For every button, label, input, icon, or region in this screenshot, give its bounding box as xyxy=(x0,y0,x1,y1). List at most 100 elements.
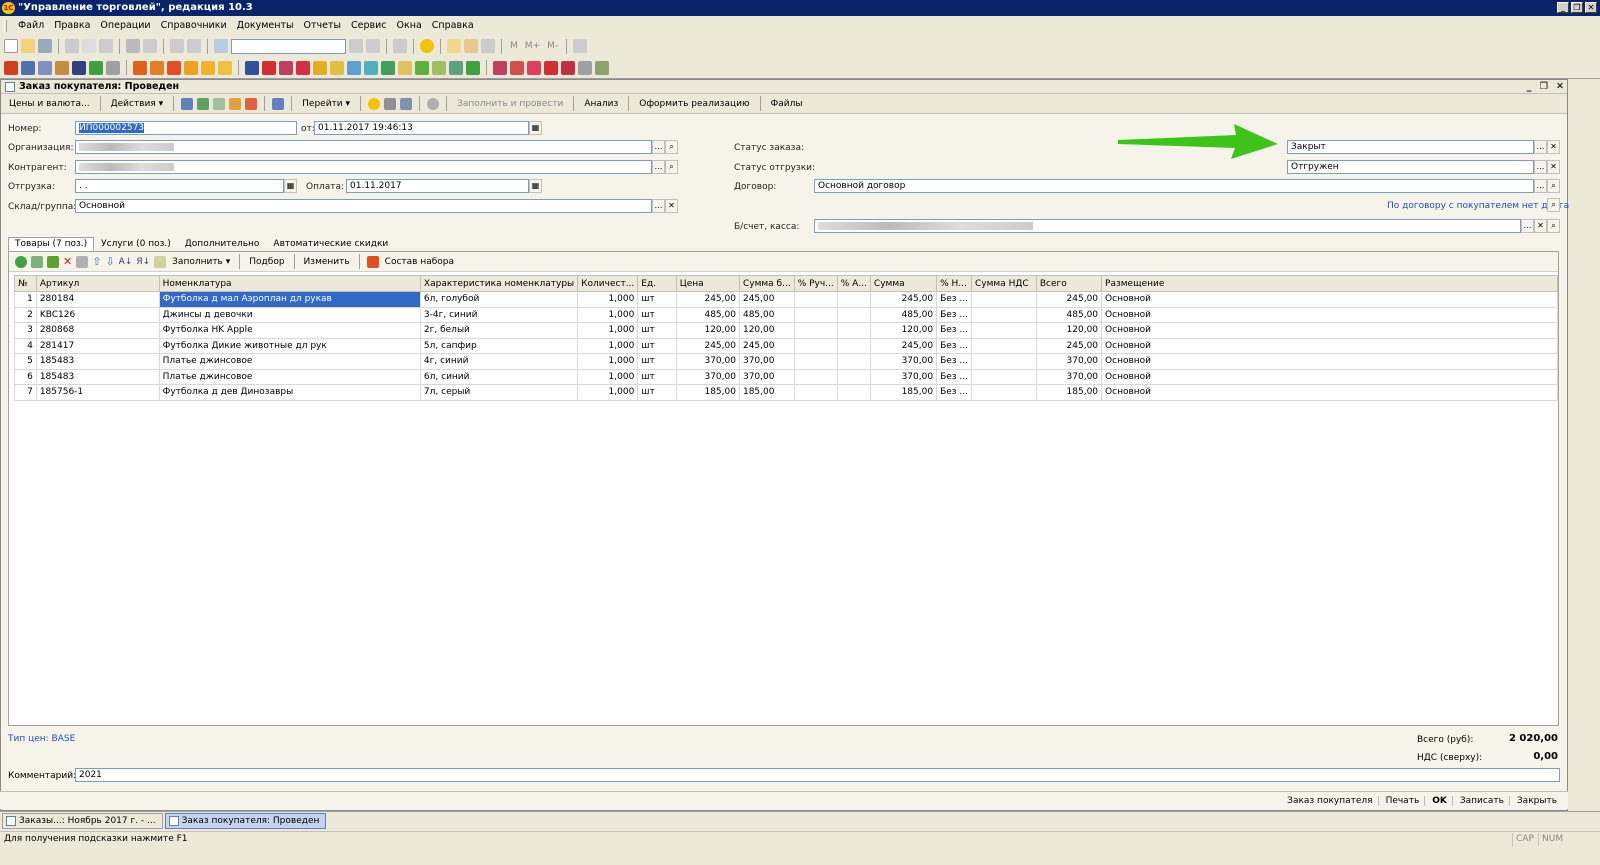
table-cell[interactable]: 1,000 xyxy=(577,322,639,339)
windows-icon[interactable] xyxy=(393,39,407,53)
cash-out-icon[interactable] xyxy=(398,60,412,75)
col-quantity[interactable]: Количест... xyxy=(577,275,639,292)
table-cell[interactable]: Основной xyxy=(1101,322,1558,339)
prices-currency-button[interactable]: Цены и валюта... xyxy=(6,99,93,109)
clear-icon[interactable]: ✕ xyxy=(665,199,678,213)
set-composition-icon[interactable] xyxy=(366,255,379,268)
tab-goods[interactable]: Товары (7 поз.) xyxy=(8,237,95,251)
col-price[interactable]: Цена xyxy=(675,275,740,292)
make-sale-button[interactable]: Оформить реализацию xyxy=(636,99,752,109)
table-cell[interactable]: 281417 xyxy=(35,337,160,354)
transfer-icon[interactable] xyxy=(262,60,276,75)
date-field[interactable]: 01.11.2017 19:46:13 xyxy=(314,121,529,135)
table-cell[interactable]: 6л, голубой xyxy=(419,291,579,308)
order-supplier-icon[interactable] xyxy=(150,60,164,75)
table-cell[interactable]: Без ... xyxy=(936,291,973,308)
ship-status-field[interactable]: Отгружен xyxy=(1287,160,1534,174)
table-cell[interactable]: Платье джинсовое xyxy=(158,353,421,370)
chart-icon[interactable] xyxy=(510,60,524,75)
table-cell[interactable]: шт xyxy=(637,337,677,354)
table-cell[interactable]: 245,00 xyxy=(1035,291,1103,308)
table-cell[interactable]: 280868 xyxy=(35,322,160,339)
actions-menu-button[interactable]: Действия ▾ xyxy=(108,99,167,109)
movements-icon[interactable] xyxy=(400,97,413,110)
pick-button[interactable]: Подбор xyxy=(247,257,286,267)
col-unit[interactable]: Ед. xyxy=(637,275,677,292)
open-search-icon[interactable]: ⌕ xyxy=(1547,219,1560,233)
table-cell[interactable]: 245,00 xyxy=(675,291,740,308)
directory-icon[interactable] xyxy=(21,60,35,75)
table-cell[interactable]: 370,00 xyxy=(738,353,795,370)
table-cell[interactable] xyxy=(836,337,871,354)
set-composition-button[interactable]: Состав набора xyxy=(383,257,456,267)
goods-table[interactable]: № Артикул Номенклатура Характеристика но… xyxy=(14,275,1558,401)
col-sum[interactable]: Сумма xyxy=(869,275,938,292)
structure-icon[interactable] xyxy=(245,97,258,110)
table-cell[interactable]: 370,00 xyxy=(869,353,938,370)
select-ellipsis-icon[interactable]: … xyxy=(652,199,665,213)
table-cell[interactable]: Основной xyxy=(1101,353,1558,370)
table-cell[interactable]: 245,00 xyxy=(738,337,795,354)
col-placement[interactable]: Размещение xyxy=(1101,275,1558,292)
pin-icon[interactable] xyxy=(573,39,588,53)
menu-windows[interactable]: Окна xyxy=(392,20,427,31)
end-edit-icon[interactable] xyxy=(76,255,89,268)
table-cell[interactable]: 120,00 xyxy=(738,322,795,339)
sale-icon[interactable] xyxy=(218,60,232,75)
copy-icon[interactable] xyxy=(82,39,96,53)
table-cell[interactable]: шт xyxy=(637,306,677,323)
table-cell[interactable]: 3 xyxy=(14,322,37,339)
table-cell[interactable] xyxy=(793,368,838,385)
table-cell[interactable] xyxy=(971,337,1037,354)
table-cell[interactable] xyxy=(971,368,1037,385)
discount-icon[interactable] xyxy=(364,60,378,75)
table-cell[interactable]: 245,00 xyxy=(869,337,938,354)
select-ellipsis-icon[interactable]: … xyxy=(1534,160,1547,174)
table-cell[interactable]: Основной xyxy=(1101,337,1558,354)
table-cell[interactable]: Платье джинсовое xyxy=(158,368,421,385)
clear-icon[interactable]: ✕ xyxy=(1534,219,1547,233)
table-cell[interactable]: 245,00 xyxy=(869,291,938,308)
table-cell[interactable]: 4 xyxy=(14,337,37,354)
table-cell[interactable]: 485,00 xyxy=(675,306,740,323)
table-icon[interactable] xyxy=(89,60,103,75)
table-cell[interactable]: 120,00 xyxy=(1035,322,1103,339)
table-cell[interactable]: 245,00 xyxy=(1035,337,1103,354)
table-cell[interactable] xyxy=(793,353,838,370)
ok-button[interactable]: OK xyxy=(1427,795,1453,806)
move-down-icon[interactable]: ⇩ xyxy=(105,255,114,268)
table-cell[interactable] xyxy=(793,337,838,354)
fill-and-post-button[interactable]: Заполнить и провести xyxy=(454,99,566,109)
col-article[interactable]: Артикул xyxy=(35,275,160,292)
table-row[interactable]: 5 185483 Платье джинсовое 4г, синий 1,000 шт 3… xyxy=(14,353,1558,370)
table-cell[interactable]: 7л, серый xyxy=(419,384,579,401)
table-cell[interactable]: Футболка Дикие животные дл рук xyxy=(158,337,421,354)
table-cell[interactable] xyxy=(971,384,1037,401)
calendar-icon[interactable] xyxy=(464,39,478,53)
posting-icon[interactable] xyxy=(313,60,327,75)
debt-report-icon[interactable] xyxy=(561,60,575,75)
fill-icon[interactable] xyxy=(154,255,167,268)
table-row[interactable]: 1 280184 Футболка д мал Аэроплан дл рукав 6… xyxy=(14,291,1558,308)
table-cell[interactable]: 185,00 xyxy=(869,384,938,401)
goods-icon[interactable] xyxy=(38,60,52,75)
search-combo-input[interactable] xyxy=(231,38,346,54)
copy-doc-icon[interactable] xyxy=(213,97,226,110)
menu-references[interactable]: Справочники xyxy=(156,20,232,31)
table-cell[interactable]: 6л, синий xyxy=(419,368,579,385)
table-cell[interactable]: Футболка д дев Динозавры xyxy=(158,384,421,401)
table-cell[interactable]: шт xyxy=(637,368,677,385)
table-cell[interactable] xyxy=(836,291,871,308)
paste-icon[interactable] xyxy=(99,39,113,53)
debt-info-link[interactable]: По договору с покупателем нет долга xyxy=(1387,201,1569,211)
table-cell[interactable]: 185,00 xyxy=(675,384,740,401)
table-cell[interactable]: 2 xyxy=(14,306,37,323)
table-cell[interactable]: 370,00 xyxy=(1035,368,1103,385)
return-icon[interactable] xyxy=(184,60,198,75)
receipt-icon[interactable] xyxy=(245,60,259,75)
col-sum-without-discount[interactable]: Сумма б... xyxy=(738,275,795,292)
table-cell[interactable] xyxy=(971,322,1037,339)
open-folder-icon[interactable] xyxy=(21,39,35,53)
number-field[interactable]: ИП000002573 xyxy=(75,121,297,135)
open-search-icon[interactable]: ⌕ xyxy=(1547,198,1560,212)
